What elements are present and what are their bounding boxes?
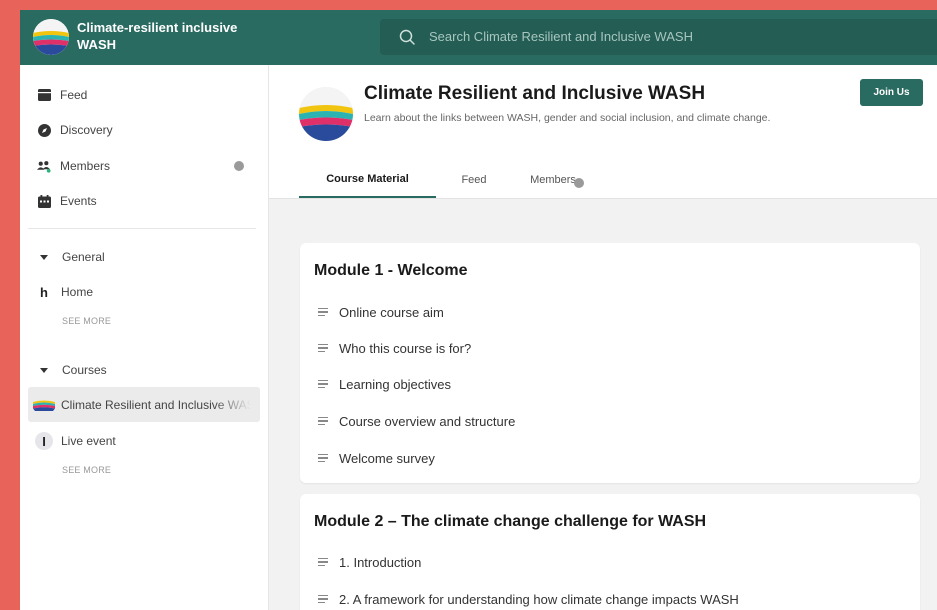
home-avatar: h bbox=[40, 284, 48, 300]
live-event-avatar: I bbox=[35, 432, 53, 450]
course-logo-icon bbox=[33, 398, 55, 412]
tab-members[interactable]: Members bbox=[522, 162, 584, 198]
search-bar[interactable]: Search Climate Resilient and Inclusive W… bbox=[380, 19, 937, 55]
search-icon bbox=[399, 29, 415, 45]
caret-down-icon bbox=[40, 254, 48, 260]
top-bar: Climate-resilient inclusive WASH Search … bbox=[20, 10, 937, 65]
lesson-icon bbox=[318, 380, 328, 388]
lesson-item[interactable]: Learning objectives bbox=[318, 374, 451, 394]
module-card: Module 2 – The climate change challenge … bbox=[300, 494, 920, 610]
sidebar-item-label: Members bbox=[60, 159, 111, 173]
tab-course-material[interactable]: Course Material bbox=[299, 162, 436, 198]
lesson-title: 1. Introduction bbox=[339, 554, 422, 570]
notification-dot bbox=[234, 161, 244, 171]
main-content: Climate Resilient and Inclusive WASH Lea… bbox=[269, 65, 937, 610]
app-window: Climate-resilient inclusive WASH Search … bbox=[20, 10, 937, 610]
lesson-icon bbox=[318, 558, 328, 566]
notification-dot bbox=[573, 178, 584, 188]
module-title: Module 1 - Welcome bbox=[314, 262, 468, 279]
sidebar-item-course[interactable]: Climate Resilient and Inclusive WASH bbox=[28, 387, 260, 422]
calendar-icon bbox=[37, 194, 51, 208]
module-card: Module 1 - Welcome Online course aim Who… bbox=[300, 243, 920, 483]
search-input[interactable]: Search Climate Resilient and Inclusive W… bbox=[429, 29, 693, 44]
section-label: General bbox=[62, 250, 105, 264]
course-description: Learn about the links between WASH, gend… bbox=[364, 112, 771, 124]
lesson-item[interactable]: Online course aim bbox=[318, 302, 444, 322]
lesson-title: Welcome survey bbox=[339, 450, 435, 466]
sidebar-item-label: Live event bbox=[61, 434, 116, 448]
compass-icon bbox=[37, 123, 51, 137]
lesson-item[interactable]: 2. A framework for understanding how cli… bbox=[318, 589, 739, 609]
tab-label: Course Material bbox=[326, 173, 409, 185]
course-logo bbox=[299, 87, 353, 141]
lesson-title: 2. A framework for understanding how cli… bbox=[339, 591, 739, 607]
sidebar-item-label: Climate Resilient and Inclusive WASH bbox=[61, 397, 251, 412]
sidebar-item-home[interactable]: h Home bbox=[28, 277, 260, 307]
lesson-title: Online course aim bbox=[339, 304, 444, 320]
sidebar-divider bbox=[28, 228, 256, 229]
lesson-item[interactable]: Who this course is for? bbox=[318, 338, 471, 358]
sidebar-section-courses[interactable]: Courses bbox=[28, 358, 260, 382]
sidebar-item-events[interactable]: Events bbox=[28, 186, 260, 216]
sidebar-item-feed[interactable]: Feed bbox=[28, 80, 260, 110]
lesson-title: Who this course is for? bbox=[339, 340, 472, 356]
see-more-courses[interactable]: SEE MORE bbox=[62, 465, 111, 475]
tab-label-wrap: Members bbox=[530, 174, 584, 188]
lesson-item[interactable]: Course overview and structure bbox=[318, 411, 515, 431]
lesson-icon bbox=[318, 454, 328, 462]
sidebar-item-label: Feed bbox=[60, 88, 88, 102]
tab-feed[interactable]: Feed bbox=[449, 162, 499, 198]
tab-label: Feed bbox=[461, 174, 487, 186]
lesson-title: Course overview and structure bbox=[339, 413, 516, 429]
community-name[interactable]: Climate-resilient inclusive WASH bbox=[77, 19, 277, 53]
sidebar-item-label: Discovery bbox=[60, 123, 113, 137]
sidebar-item-live-event[interactable]: I Live event bbox=[28, 426, 260, 456]
tab-label: Members bbox=[530, 174, 576, 186]
lesson-icon bbox=[318, 308, 328, 316]
join-button[interactable]: Join Us bbox=[860, 79, 923, 106]
lesson-item[interactable]: Welcome survey bbox=[318, 448, 435, 468]
see-more-general[interactable]: SEE MORE bbox=[62, 316, 111, 326]
course-header: Climate Resilient and Inclusive WASH Lea… bbox=[269, 65, 937, 199]
module-title: Module 2 – The climate change challenge … bbox=[314, 513, 707, 530]
lesson-icon bbox=[318, 417, 328, 425]
feed-icon bbox=[37, 88, 51, 102]
section-label: Courses bbox=[62, 363, 107, 377]
sidebar-item-label: Events bbox=[60, 194, 97, 208]
sidebar: Feed Discovery Members Events General h … bbox=[20, 65, 269, 610]
lesson-title: Learning objectives bbox=[339, 376, 452, 392]
lesson-icon bbox=[318, 595, 328, 603]
page-title: Climate Resilient and Inclusive WASH bbox=[364, 83, 706, 104]
sidebar-item-label: Home bbox=[61, 285, 94, 299]
community-logo[interactable] bbox=[33, 19, 69, 55]
members-icon bbox=[37, 159, 51, 173]
caret-down-icon bbox=[40, 367, 48, 373]
lesson-item[interactable]: 1. Introduction bbox=[318, 552, 421, 572]
sidebar-item-members[interactable]: Members bbox=[28, 151, 260, 181]
lesson-icon bbox=[318, 344, 328, 352]
sidebar-section-general[interactable]: General bbox=[28, 245, 260, 269]
sidebar-item-discovery[interactable]: Discovery bbox=[28, 115, 260, 145]
